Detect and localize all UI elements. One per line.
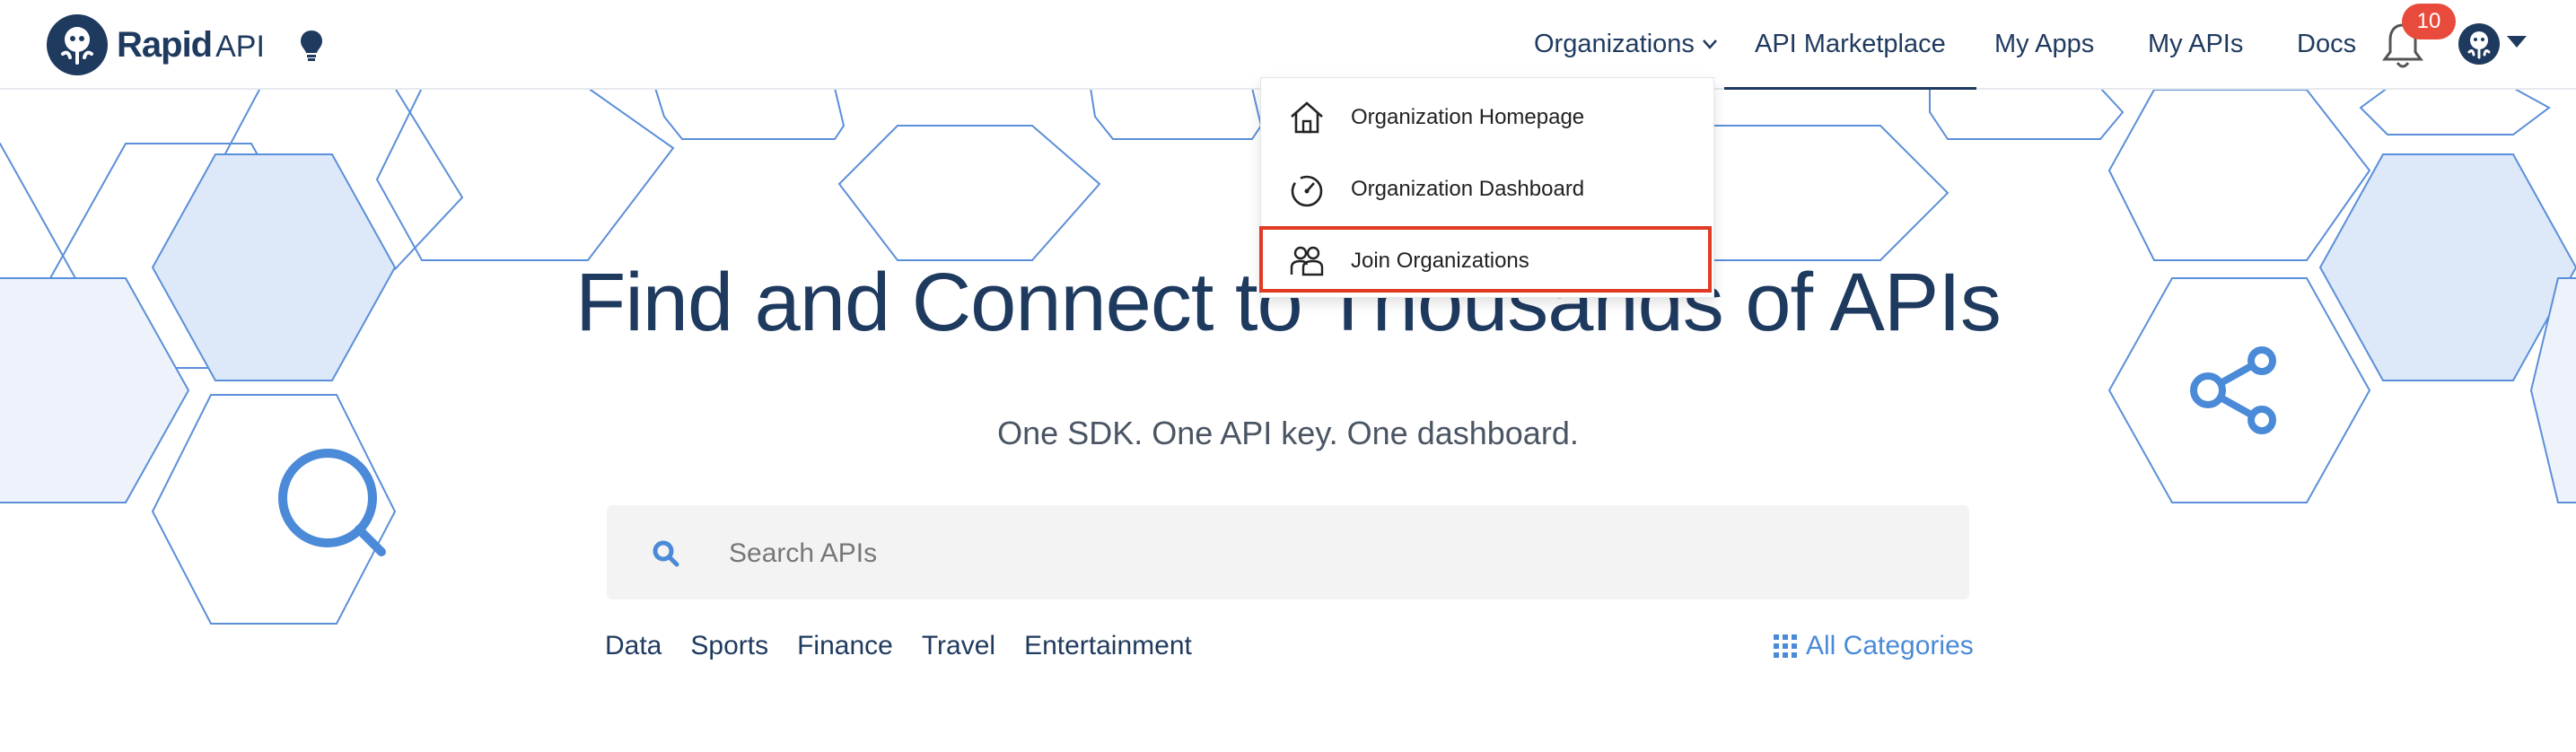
share-icon <box>2190 346 2276 434</box>
chevron-down-icon <box>1702 39 1717 49</box>
category-finance[interactable]: Finance <box>797 631 893 661</box>
logo-word: Rapid <box>117 24 213 65</box>
hexagon-shape <box>2318 153 2576 381</box>
avatar-icon[interactable] <box>2458 23 2500 65</box>
house-icon <box>1291 101 1323 134</box>
all-categories-label: All Categories <box>1806 631 1974 660</box>
all-categories-link[interactable]: All Categories <box>1774 631 1974 661</box>
search-bar <box>607 505 1969 601</box>
top-navbar: Rapid API Organizations API Marketplace M… <box>0 0 2576 90</box>
hexagon-shape <box>0 277 190 503</box>
rapidapi-logo[interactable]: Rapid API <box>47 14 265 75</box>
hexagon-shape <box>837 125 1101 261</box>
nav-docs-label: Docs <box>2297 29 2357 58</box>
menu-item-join-organizations[interactable]: Join Organizations <box>1261 225 1713 297</box>
hexagon-shape <box>151 153 397 381</box>
magnifier-icon <box>278 449 386 556</box>
menu-item-label: Organization Homepage <box>1351 105 1585 129</box>
hexagon-shape <box>1929 88 2125 140</box>
menu-item-organization-homepage[interactable]: Organization Homepage <box>1261 82 1713 153</box>
nav-organizations-label: Organizations <box>1534 29 1695 58</box>
hexagon-shape <box>1686 125 1950 261</box>
lightbulb-icon[interactable] <box>299 29 324 61</box>
category-sports[interactable]: Sports <box>690 631 768 661</box>
nav-my-apis-label: My APIs <box>2148 29 2244 58</box>
hexagon-shape <box>2359 88 2551 136</box>
logo-wordmark: Rapid API <box>117 25 265 66</box>
nav-docs[interactable]: Docs <box>2297 0 2356 88</box>
people-icon <box>1290 246 1324 276</box>
rapidapi-logo-icon <box>47 14 108 75</box>
category-data[interactable]: Data <box>605 631 662 661</box>
hexagon-shape <box>151 394 397 625</box>
category-entertainment[interactable]: Entertainment <box>1024 631 1192 661</box>
grid-icon <box>1774 634 1797 658</box>
nav-api-marketplace[interactable]: API Marketplace <box>1724 0 1976 90</box>
hexagon-shape <box>2107 89 2371 261</box>
notification-badge[interactable]: 10 <box>2402 4 2456 39</box>
hexagon-shape <box>2107 277 2371 503</box>
nav-my-apps[interactable]: My Apps <box>1994 0 2094 88</box>
hexagon-shape <box>653 88 846 140</box>
nav-my-apis[interactable]: My APIs <box>2148 0 2243 88</box>
caret-down-icon[interactable] <box>2507 36 2527 48</box>
hexagon-shape <box>375 88 675 261</box>
menu-item-organization-dashboard[interactable]: Organization Dashboard <box>1261 153 1713 225</box>
category-travel[interactable]: Travel <box>922 631 995 661</box>
search-input[interactable] <box>727 505 1933 601</box>
nav-organizations[interactable]: Organizations <box>1534 0 1718 88</box>
category-links: Data Sports Finance Travel Entertainment <box>605 631 1221 661</box>
organizations-dropdown: Organization Homepage Organization Dashb… <box>1260 77 1714 298</box>
menu-item-label: Join Organizations <box>1351 249 1529 273</box>
nav-my-apps-label: My Apps <box>1994 29 2095 58</box>
hexagon-shape <box>1089 88 1263 140</box>
search-icon <box>653 540 679 567</box>
logo-suffix: API <box>215 29 265 64</box>
menu-item-label: Organization Dashboard <box>1351 177 1585 201</box>
nav-api-marketplace-label: API Marketplace <box>1755 29 1946 58</box>
speedometer-icon <box>1291 175 1323 207</box>
